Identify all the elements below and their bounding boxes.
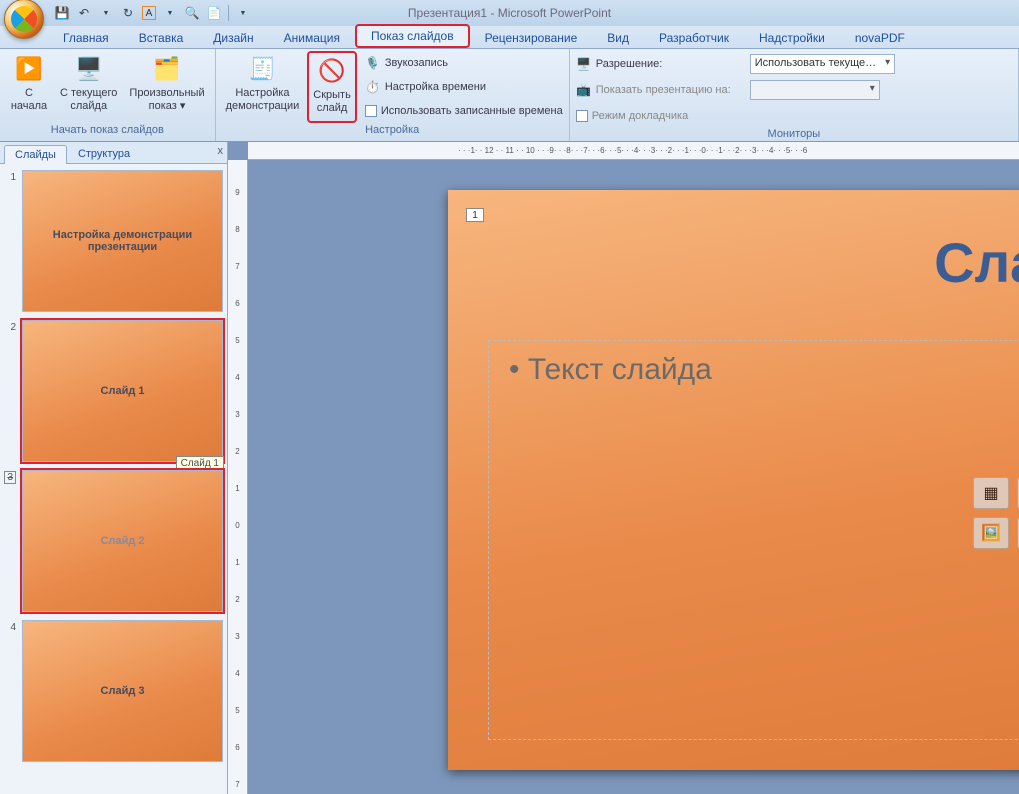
from-beginning-icon: ▶️ — [13, 53, 45, 85]
office-button[interactable] — [4, 0, 44, 39]
hide-slide-button[interactable]: 🚫 Скрыть слайд — [307, 51, 357, 123]
side-tabs: Слайды Структура x — [0, 142, 227, 164]
print-preview-icon[interactable]: 🔍 — [184, 5, 200, 21]
tab-animation[interactable]: Анимация — [269, 27, 355, 48]
side-tab-slides[interactable]: Слайды — [4, 145, 67, 164]
from-current-icon: 🖥️ — [73, 53, 105, 85]
presenter-view-row[interactable]: Режим докладчика — [576, 105, 1012, 127]
thumbnail-3[interactable]: Слайд 2 — [22, 470, 223, 612]
timing-label: Настройка времени — [385, 81, 486, 93]
custom-show-button[interactable]: 🗂️ Произвольный показ ▾ — [125, 51, 208, 123]
slide-number-badge: 1 — [466, 208, 484, 222]
thumb-number: 1 — [4, 170, 16, 312]
group-start-label: Начать показ слайдов — [6, 123, 209, 139]
thumbnail-1[interactable]: Настройка демонстрации презентации — [22, 170, 223, 312]
presenter-view-label: Режим докладчика — [592, 110, 688, 122]
workspace: Слайды Структура x 1 Настройка демонстра… — [0, 142, 1019, 794]
setup-show-button[interactable]: 🧾 Настройка демонстрации — [222, 51, 304, 123]
slides-pane: Слайды Структура x 1 Настройка демонстра… — [0, 142, 228, 794]
resolution-row: 🖥️ Разрешение: Использовать текуще… — [576, 53, 1012, 75]
show-on-label: Показать презентацию на: — [596, 84, 746, 96]
insert-table-icon[interactable]: ▦ — [973, 477, 1009, 509]
slide-body-placeholder[interactable]: • Текст слайда ▦ 📊 ➡️ 🖼️ 👤 🎞️ — [488, 340, 1019, 740]
slide-title[interactable]: Слайд 2 — [934, 230, 1019, 295]
use-timings-label: Использовать записанные времена — [381, 105, 563, 117]
setup-show-label: Настройка демонстрации — [226, 87, 300, 112]
ribbon: ▶️ С начала 🖥️ С текущего слайда 🗂️ Прои… — [0, 49, 1019, 142]
thumb-tooltip: Слайд 1 — [176, 456, 224, 471]
slide-canvas[interactable]: 1 Слайд 2 • Текст слайда ▦ 📊 ➡️ 🖼️ 👤 🎞️ — [448, 190, 1019, 770]
ribbon-tabs: Главная Вставка Дизайн Анимация Показ сл… — [0, 26, 1019, 49]
use-timings-row[interactable]: Использовать записанные времена — [365, 100, 563, 122]
insert-picture-icon[interactable]: 🖼️ — [973, 517, 1009, 549]
from-beginning-label: С начала — [11, 87, 47, 112]
vertical-ruler: 987654321012345678 — [228, 160, 248, 794]
undo-icon[interactable]: ↶ — [76, 5, 92, 21]
qat-customize-icon[interactable]: ▼ — [235, 5, 251, 21]
tab-developer[interactable]: Разработчик — [644, 27, 744, 48]
thumb-number: 3 — [4, 470, 16, 612]
tab-view[interactable]: Вид — [592, 27, 644, 48]
show-on-select — [750, 80, 880, 100]
hide-slide-icon: 🚫 — [316, 55, 348, 87]
tab-insert[interactable]: Вставка — [124, 27, 199, 48]
quick-access-toolbar: 💾 ↶ ▼ ↻ A ▼ 🔍 📄 ▼ — [54, 5, 251, 21]
redo-icon[interactable]: ↻ — [120, 5, 136, 21]
new-doc-icon[interactable]: 📄 — [206, 5, 222, 21]
timing-icon: ⏱️ — [365, 79, 381, 95]
show-on-row: 📺 Показать презентацию на: — [576, 79, 1012, 101]
thumb-title: Настройка демонстрации презентации — [53, 229, 192, 253]
tab-home[interactable]: Главная — [48, 27, 124, 48]
record-label: Звукозапись — [385, 57, 448, 69]
tab-review[interactable]: Рецензирование — [470, 27, 593, 48]
use-timings-checkbox[interactable] — [365, 105, 377, 117]
show-on-icon: 📺 — [576, 82, 592, 98]
qat-separator — [228, 5, 229, 21]
thumb-title: Слайд 1 — [101, 385, 145, 397]
tab-slideshow[interactable]: Показ слайдов — [355, 24, 470, 48]
font-box-icon[interactable]: A — [142, 6, 156, 20]
rehearse-timings-row[interactable]: ⏱️ Настройка времени — [365, 76, 563, 98]
side-tab-outline[interactable]: Структура — [67, 144, 141, 163]
side-close-button[interactable]: x — [218, 145, 224, 157]
group-start-slideshow: ▶️ С начала 🖥️ С текущего слайда 🗂️ Прои… — [0, 49, 216, 141]
title-bar: 💾 ↶ ▼ ↻ A ▼ 🔍 📄 ▼ Презентация1 - Microso… — [0, 0, 1019, 26]
record-narration-row[interactable]: 🎙️ Звукозапись — [365, 52, 563, 74]
presenter-view-checkbox[interactable] — [576, 110, 588, 122]
tab-novapdf[interactable]: novaPDF — [840, 27, 920, 48]
thumb-number: 4 — [4, 620, 16, 762]
monitor-icon: 🖥️ — [576, 56, 592, 72]
undo-dropdown-icon[interactable]: ▼ — [98, 5, 114, 21]
thumbnail-2[interactable]: Слайд 1 Слайд 1 — [22, 320, 223, 462]
custom-show-icon: 🗂️ — [151, 53, 183, 85]
from-current-label: С текущего слайда — [60, 87, 117, 112]
record-icon: 🎙️ — [365, 55, 381, 71]
setup-show-icon: 🧾 — [246, 53, 278, 85]
thumb-title: Слайд 2 — [101, 535, 145, 547]
tab-design[interactable]: Дизайн — [198, 27, 268, 48]
slide-bullet-text[interactable]: • Текст слайда — [509, 353, 1019, 387]
from-current-button[interactable]: 🖥️ С текущего слайда — [56, 51, 121, 123]
hide-slide-label: Скрыть слайд — [313, 89, 351, 114]
resolution-select[interactable]: Использовать текуще… — [750, 54, 895, 74]
custom-show-label: Произвольный показ ▾ — [129, 87, 204, 112]
canvas[interactable]: 1 Слайд 2 • Текст слайда ▦ 📊 ➡️ 🖼️ 👤 🎞️ — [248, 160, 1019, 794]
slide-editor: · · ·1· · 12 · · 11 · · 10 · · ·9· · ·8·… — [228, 142, 1019, 794]
thumb-number: 2 — [4, 320, 16, 462]
horizontal-ruler: · · ·1· · 12 · · 11 · · 10 · · ·9· · ·8·… — [248, 142, 1019, 160]
tab-addins[interactable]: Надстройки — [744, 27, 840, 48]
save-icon[interactable]: 💾 — [54, 5, 70, 21]
group-setup: 🧾 Настройка демонстрации 🚫 Скрыть слайд … — [216, 49, 570, 141]
from-beginning-button[interactable]: ▶️ С начала — [6, 51, 52, 123]
resolution-label: Разрешение: — [596, 58, 746, 70]
font-box-dropdown-icon[interactable]: ▼ — [162, 5, 178, 21]
group-setup-label: Настройка — [222, 123, 563, 139]
thumbnail-4[interactable]: Слайд 3 — [22, 620, 223, 762]
group-monitors: 🖥️ Разрешение: Использовать текуще… 📺 По… — [570, 49, 1019, 141]
thumbnails-list[interactable]: 1 Настройка демонстрации презентации 2 С… — [0, 164, 227, 794]
thumb-title: Слайд 3 — [101, 685, 145, 697]
group-monitors-label: Мониторы — [576, 127, 1012, 140]
content-placeholder-icons: ▦ 📊 ➡️ 🖼️ 👤 🎞️ — [973, 477, 1019, 549]
